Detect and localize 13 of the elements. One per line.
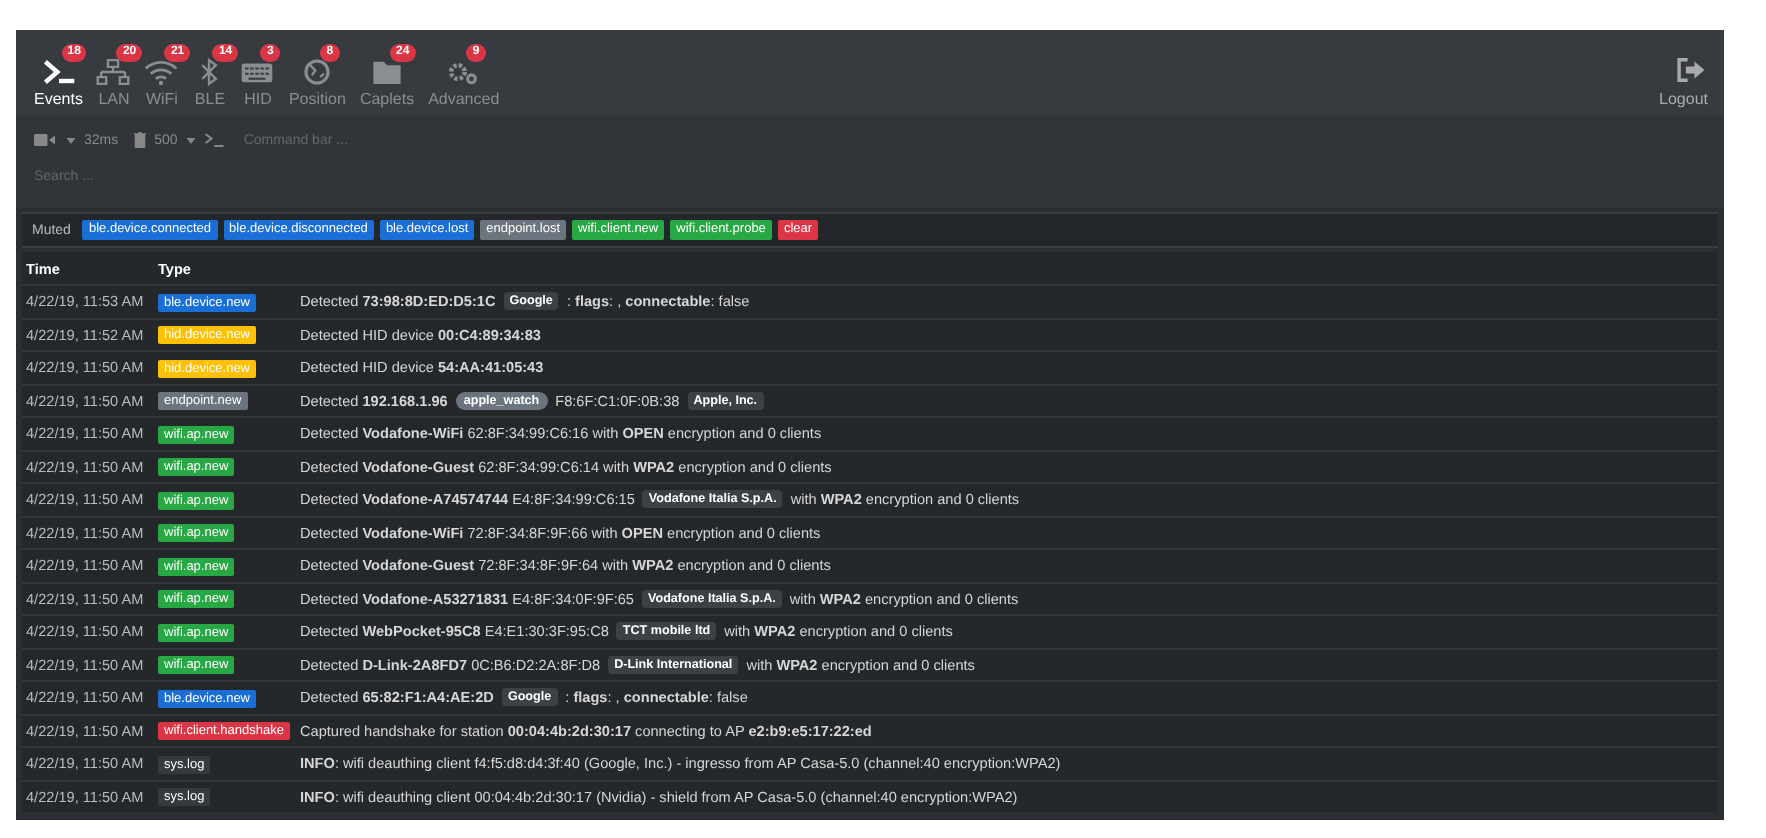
camera-icon[interactable] (34, 132, 58, 148)
network-icon (96, 58, 131, 86)
wifi-icon (144, 58, 179, 86)
folder-icon (370, 58, 404, 86)
trash-icon[interactable] (134, 132, 147, 148)
keyboard-icon (240, 58, 275, 86)
logout-button[interactable]: Logout (1659, 56, 1708, 108)
terminal-icon (203, 132, 228, 148)
caret-icon[interactable] (185, 137, 196, 143)
caret-icon[interactable] (66, 137, 76, 143)
gears-icon (446, 58, 481, 86)
terminal-icon (41, 58, 76, 86)
logout-icon (1674, 56, 1708, 84)
